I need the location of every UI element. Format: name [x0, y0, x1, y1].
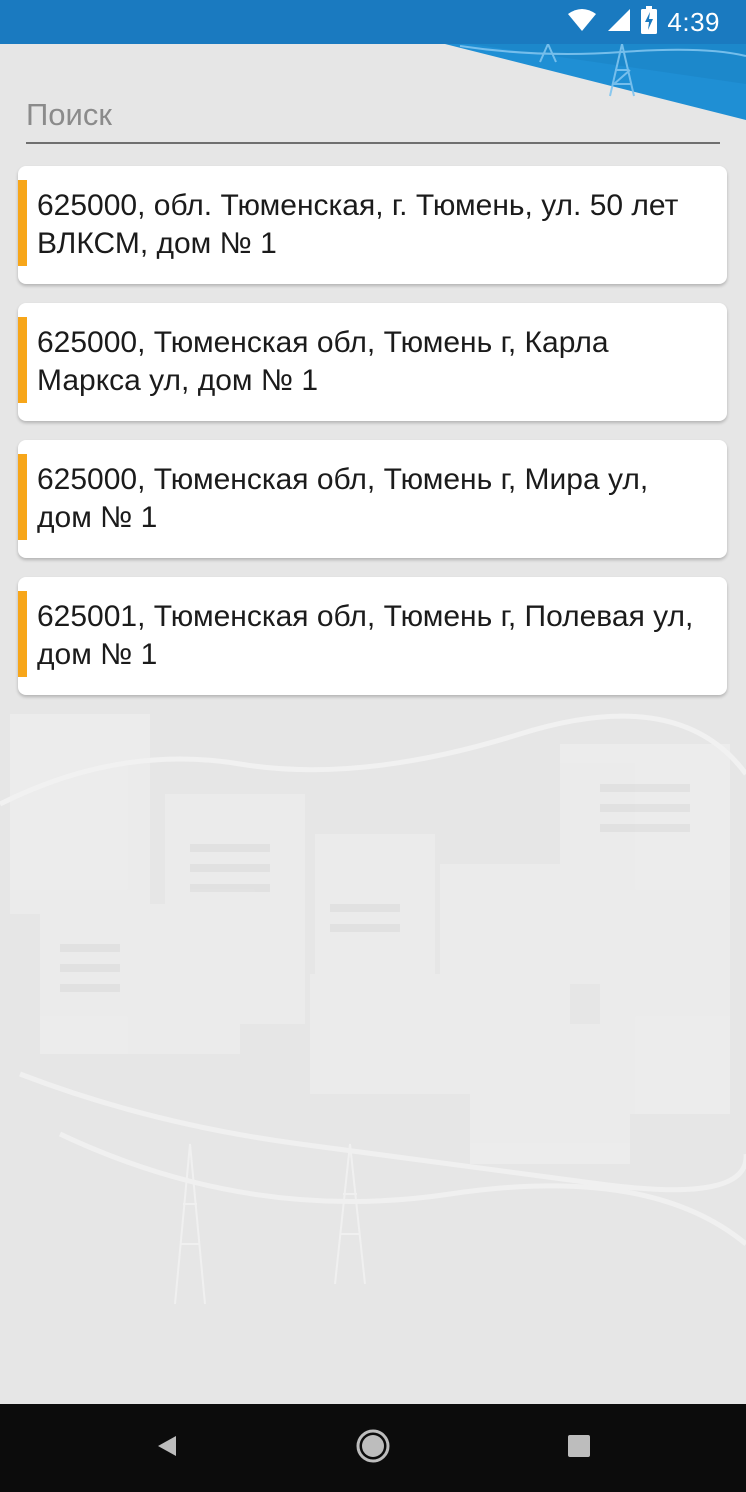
- card-accent-bar: [18, 454, 27, 540]
- address-text: 625001, Тюменская обл, Тюмень г, Полевая…: [37, 600, 694, 671]
- card-accent-bar: [18, 180, 27, 266]
- status-time: 4:39: [667, 6, 720, 37]
- recents-button[interactable]: [559, 1428, 599, 1468]
- wifi-icon: [567, 8, 597, 37]
- search-input[interactable]: [26, 88, 720, 142]
- home-icon: [355, 1428, 391, 1469]
- background-tower-icon: [174, 1143, 366, 1305]
- status-bar: 4:39: [0, 0, 746, 44]
- address-card[interactable]: 625000, обл. Тюменская, г. Тюмень, ул. 5…: [18, 166, 727, 284]
- address-list: 625000, обл. Тюменская, г. Тюмень, ул. 5…: [18, 166, 727, 714]
- status-icons: 4:39: [567, 0, 720, 44]
- card-accent-bar: [18, 591, 27, 677]
- recents-icon: [568, 1434, 590, 1462]
- back-button[interactable]: [147, 1428, 187, 1468]
- address-text: 625000, Тюменская обл, Тюмень г, Карла М…: [37, 326, 609, 397]
- address-card[interactable]: 625000, Тюменская обл, Тюмень г, Мира ул…: [18, 440, 727, 558]
- address-card[interactable]: 625000, Тюменская обл, Тюмень г, Карла М…: [18, 303, 727, 421]
- battery-charging-icon: [641, 5, 658, 39]
- address-text: 625000, Тюменская обл, Тюмень г, Мира ул…: [37, 463, 649, 534]
- navigation-bar: [0, 1404, 746, 1492]
- card-accent-bar: [18, 317, 27, 403]
- search-field[interactable]: [26, 88, 720, 144]
- address-text: 625000, обл. Тюменская, г. Тюмень, ул. 5…: [37, 189, 679, 260]
- cellular-signal-icon: [607, 8, 631, 37]
- address-card[interactable]: 625001, Тюменская обл, Тюмень г, Полевая…: [18, 577, 727, 695]
- home-button[interactable]: [353, 1428, 393, 1468]
- back-icon: [155, 1434, 179, 1463]
